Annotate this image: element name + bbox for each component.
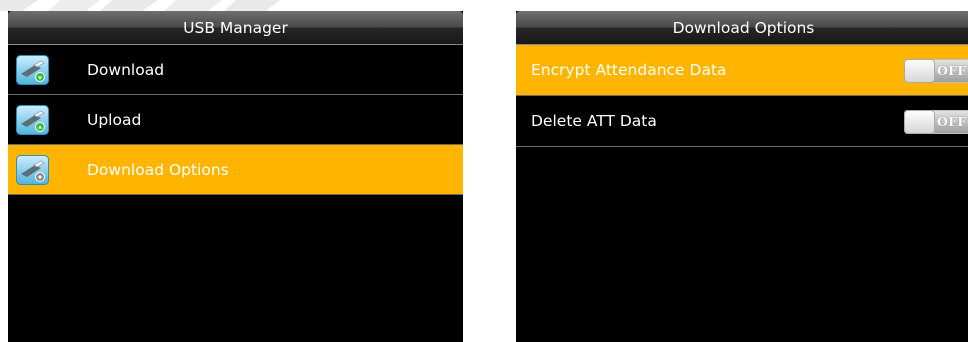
toggle-state-text: OFF <box>937 114 967 129</box>
usb-options-icon <box>16 155 49 185</box>
encrypt-attendance-toggle[interactable]: OFF <box>904 59 968 83</box>
menu-item-upload[interactable]: Upload <box>8 95 463 145</box>
download-options-title: Download Options <box>516 11 968 45</box>
delete-att-data-toggle[interactable]: OFF <box>904 110 968 134</box>
option-encrypt-attendance-data[interactable]: Encrypt Attendance Data OFF <box>516 45 968 96</box>
option-label: Delete ATT Data <box>531 112 657 130</box>
download-options-screen: Download Options Encrypt Attendance Data… <box>516 11 968 342</box>
toggle-knob <box>904 110 935 134</box>
option-label: Encrypt Attendance Data <box>531 61 727 79</box>
usb-download-icon <box>16 55 49 85</box>
menu-item-download-options[interactable]: Download Options <box>8 145 463 195</box>
menu-item-download[interactable]: Download <box>8 45 463 95</box>
usb-manager-title: USB Manager <box>8 11 463 45</box>
option-delete-att-data[interactable]: Delete ATT Data OFF <box>516 96 968 147</box>
toggle-state-text: OFF <box>937 63 967 78</box>
menu-item-label: Download Options <box>87 161 229 179</box>
usb-upload-icon <box>16 105 49 135</box>
menu-item-label: Upload <box>87 111 142 129</box>
menu-item-label: Download <box>87 61 165 79</box>
toggle-knob <box>904 59 935 83</box>
usb-manager-screen: USB Manager Download Upload Download Opt… <box>8 11 463 342</box>
